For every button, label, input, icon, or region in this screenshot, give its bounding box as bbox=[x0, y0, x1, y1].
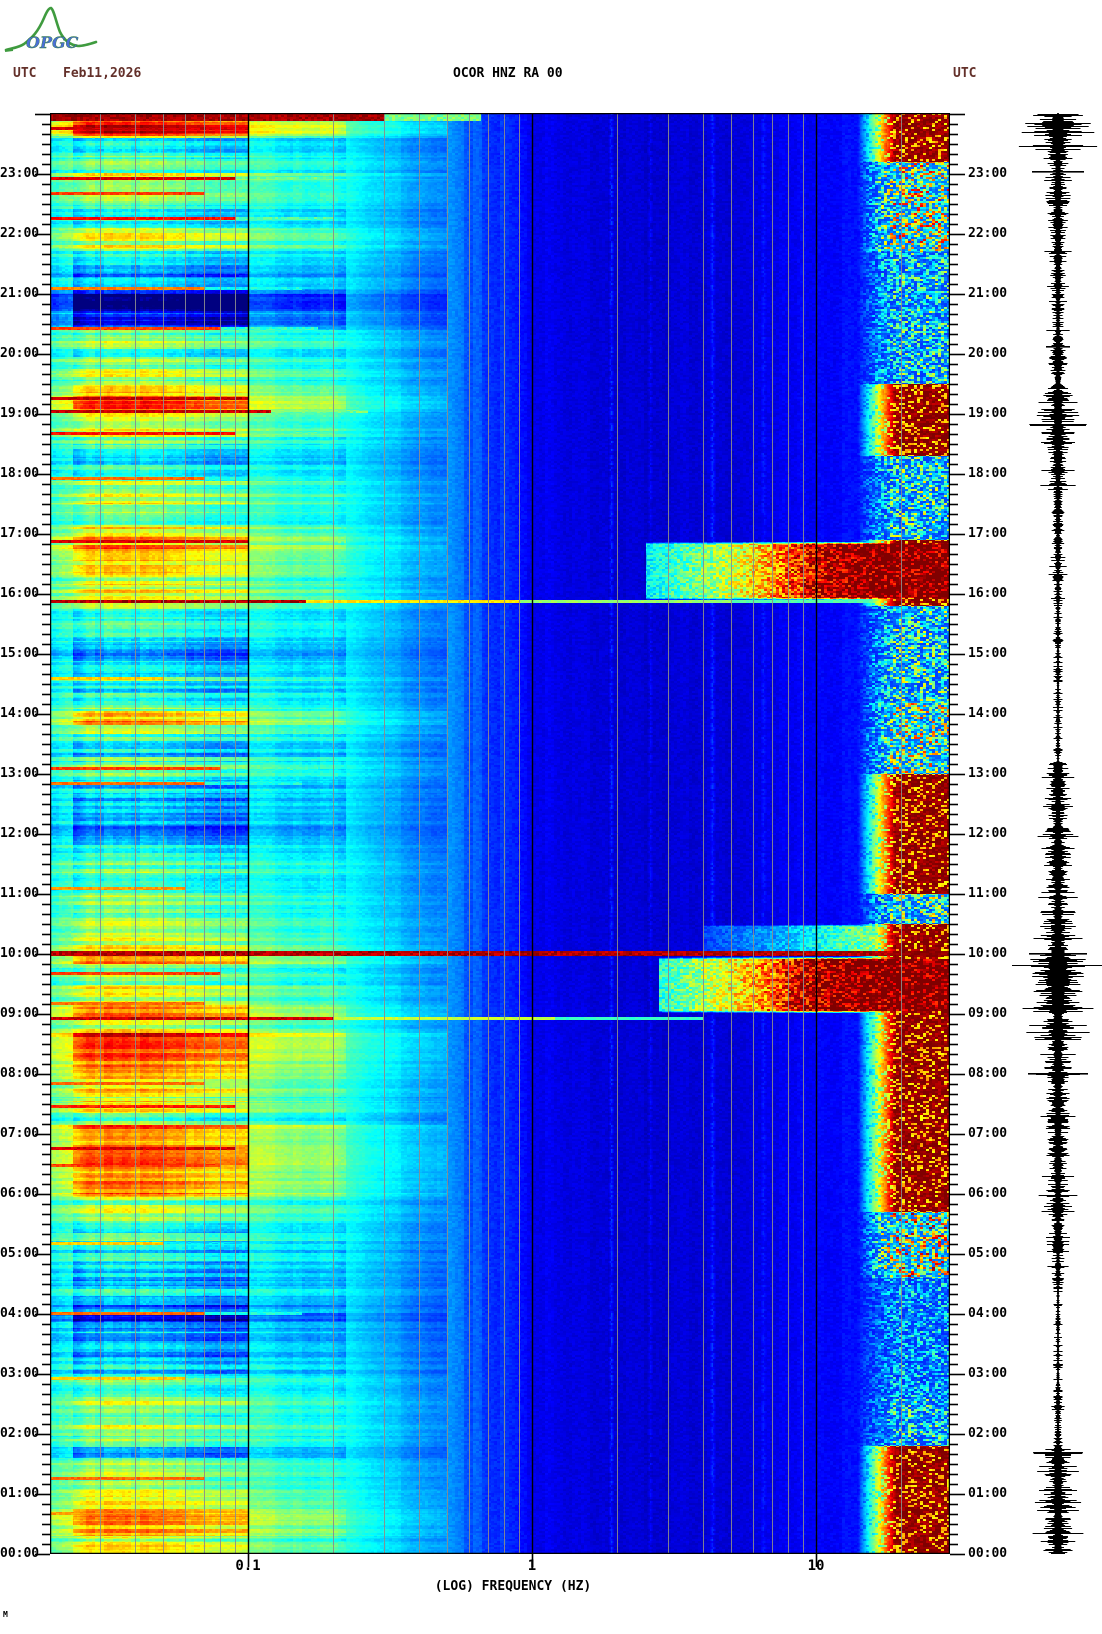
hour-label-right: 16:00 bbox=[968, 586, 1008, 601]
hour-label-right: 21:00 bbox=[968, 286, 1008, 301]
hour-label-left: 08:00 bbox=[0, 1066, 40, 1081]
hour-label-left: 20:00 bbox=[0, 346, 40, 361]
hour-label-left: 00:00 bbox=[0, 1546, 40, 1561]
hour-label-right: 05:00 bbox=[968, 1246, 1008, 1261]
freq-tick-label: 1 bbox=[527, 1558, 537, 1574]
hour-label-right: 02:00 bbox=[968, 1426, 1008, 1441]
hour-label-right: 03:00 bbox=[968, 1366, 1008, 1381]
hour-label-right: 12:00 bbox=[968, 826, 1008, 841]
hour-label-right: 23:00 bbox=[968, 166, 1008, 181]
hour-label-right: 11:00 bbox=[968, 886, 1008, 901]
x-axis-title: (LOG) FREQUENCY (HZ) bbox=[434, 1579, 592, 1594]
hour-label-right: 04:00 bbox=[968, 1306, 1008, 1321]
hour-label-right: 19:00 bbox=[968, 406, 1008, 421]
hour-label-left: 12:00 bbox=[0, 826, 40, 841]
hour-label-right: 17:00 bbox=[968, 526, 1008, 541]
hour-label-left: 01:00 bbox=[0, 1486, 40, 1501]
hour-label-left: 19:00 bbox=[0, 406, 40, 421]
hour-label-left: 09:00 bbox=[0, 1006, 40, 1021]
hour-label-left: 16:00 bbox=[0, 586, 40, 601]
hour-label-left: 22:00 bbox=[0, 226, 40, 241]
hour-label-left: 11:00 bbox=[0, 886, 40, 901]
hour-label-left: 14:00 bbox=[0, 706, 40, 721]
hour-label-left: 03:00 bbox=[0, 1366, 40, 1381]
hour-label-right: 06:00 bbox=[968, 1186, 1008, 1201]
hour-label-right: 10:00 bbox=[968, 946, 1008, 961]
hour-label-left: 17:00 bbox=[0, 526, 40, 541]
hour-label-right: 15:00 bbox=[968, 646, 1008, 661]
spectrogram-heatmap-canvas bbox=[50, 113, 950, 1554]
hour-label-right: 09:00 bbox=[968, 1006, 1008, 1021]
hour-label-left: 05:00 bbox=[0, 1246, 40, 1261]
hour-label-right: 08:00 bbox=[968, 1066, 1008, 1081]
hour-label-left: 04:00 bbox=[0, 1306, 40, 1321]
hour-label-left: 15:00 bbox=[0, 646, 40, 661]
hour-label-left: 10:00 bbox=[0, 946, 40, 961]
hour-label-right: 22:00 bbox=[968, 226, 1008, 241]
hour-label-left: 13:00 bbox=[0, 766, 40, 781]
hour-label-right: 07:00 bbox=[968, 1126, 1008, 1141]
hour-label-left: 21:00 bbox=[0, 286, 40, 301]
spectrogram-page: OPGC UTC Feb11,2026 OCOR HNZ RA 00 UTC 0… bbox=[0, 0, 1102, 1634]
hour-label-left: 02:00 bbox=[0, 1426, 40, 1441]
hour-label-left: 07:00 bbox=[0, 1126, 40, 1141]
hour-label-right: 01:00 bbox=[968, 1486, 1008, 1501]
hour-label-right: 13:00 bbox=[968, 766, 1008, 781]
hour-label-right: 20:00 bbox=[968, 346, 1008, 361]
hour-label-left: 23:00 bbox=[0, 166, 40, 181]
freq-tick-label: 0.1 bbox=[235, 1558, 261, 1574]
seismogram-trace-canvas bbox=[1000, 113, 1102, 1554]
hour-label-left: 18:00 bbox=[0, 466, 40, 481]
corner-mark: M bbox=[3, 1610, 8, 1619]
hour-label-right: 18:00 bbox=[968, 466, 1008, 481]
hour-label-right: 14:00 bbox=[968, 706, 1008, 721]
freq-tick-label: 10 bbox=[807, 1558, 825, 1574]
hour-label-left: 06:00 bbox=[0, 1186, 40, 1201]
hour-label-right: 00:00 bbox=[968, 1546, 1008, 1561]
